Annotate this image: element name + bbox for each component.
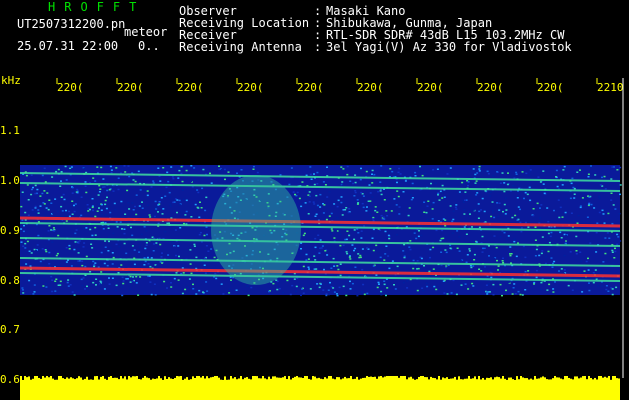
level-jitter <box>20 376 620 382</box>
spectrogram <box>20 78 624 378</box>
meteor-burst <box>211 175 301 285</box>
y-tick-label: 1.1 <box>0 124 20 137</box>
antenna-value: 3el Yagi(V) Az 330 for Vladivostok <box>326 40 572 54</box>
y-tick-label: 0.6 <box>0 373 20 386</box>
y-tick-label: 1.0 <box>0 174 20 187</box>
y-tick-label: 0.9 <box>0 224 20 237</box>
signal-level-bar <box>20 376 620 400</box>
count-readout: 0.. <box>138 39 160 53</box>
y-tick-label: 0.8 <box>0 274 20 287</box>
date-time: 25.07.31 22:00 <box>17 39 119 53</box>
antenna-colon: : <box>314 40 322 54</box>
level-fill <box>20 382 620 400</box>
antenna-label: Receiving Antenna <box>179 40 302 54</box>
app-title: HROFFT <box>48 0 146 14</box>
y-unit-label: kHz <box>1 74 21 87</box>
file-name: UT2507312200.pn <box>17 17 126 31</box>
y-tick-label: 0.7 <box>0 323 20 336</box>
meteor-label: meteor <box>124 25 168 39</box>
